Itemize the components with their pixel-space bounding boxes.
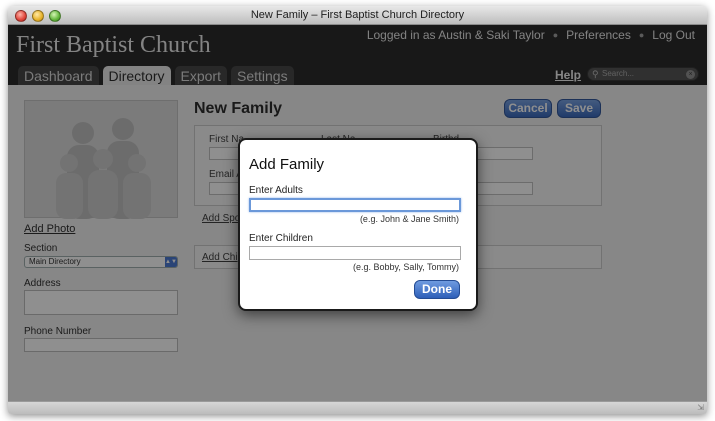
status-bar: ⇲ (8, 401, 707, 414)
adults-input[interactable] (249, 198, 461, 212)
done-button[interactable]: Done (414, 280, 460, 299)
adults-hint: (e.g. John & Jane Smith) (359, 214, 459, 224)
children-input[interactable] (249, 246, 461, 260)
resize-grip-icon[interactable]: ⇲ (697, 403, 704, 412)
app-window: New Family – First Baptist Church Direct… (8, 6, 707, 414)
window-title: New Family – First Baptist Church Direct… (250, 9, 465, 21)
children-hint: (e.g. Bobby, Sally, Tommy) (352, 262, 459, 272)
dialog-title: Add Family (249, 156, 325, 173)
title-bar: New Family – First Baptist Church Direct… (8, 6, 707, 25)
add-family-dialog: Add Family Enter Adults (e.g. John & Jan… (238, 138, 478, 311)
children-label: Enter Children (249, 233, 313, 244)
adults-label: Enter Adults (249, 185, 303, 196)
